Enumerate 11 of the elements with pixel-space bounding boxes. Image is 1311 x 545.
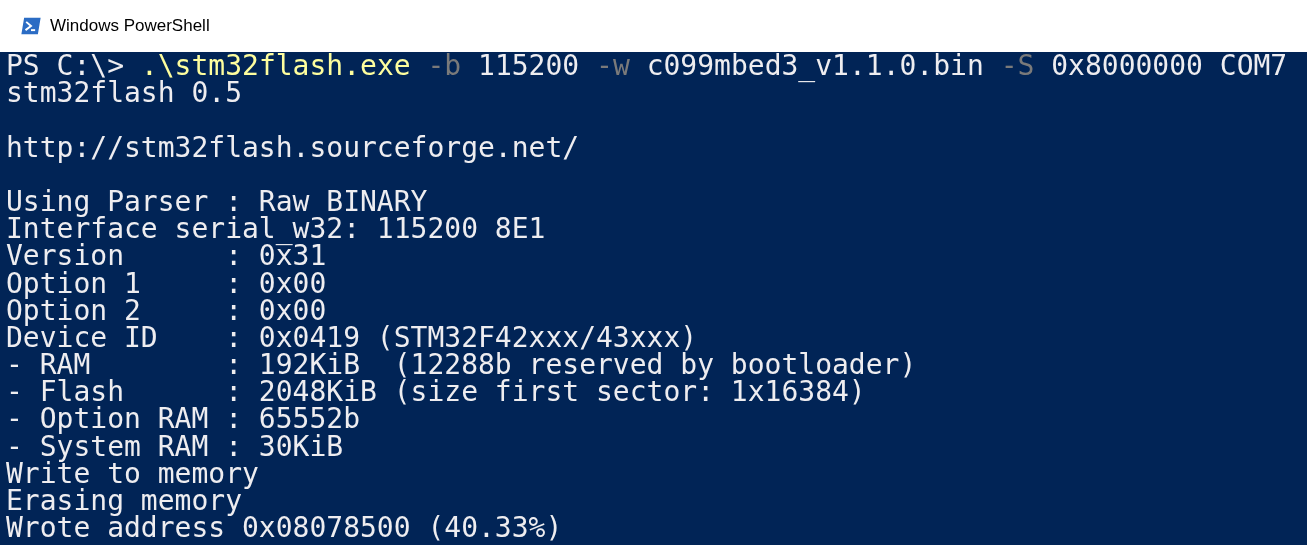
argument-text: COM7 [1219,52,1288,82]
window-title: Windows PowerShell [50,16,210,36]
argument-text: c099mbed3_v1.1.0.bin [646,52,984,82]
output-line: http://stm32flash.sourceforge.net/ [6,130,580,164]
argument-text: 0x8000000 [1051,52,1203,82]
parameter-text: -S [1000,52,1035,82]
output-line: Option 1 : 0x00 [6,266,327,300]
powershell-icon [20,15,42,37]
parameter-text: -w [596,52,630,82]
argument-text: 115200 [478,52,580,82]
parameter-text: -b [427,52,462,82]
